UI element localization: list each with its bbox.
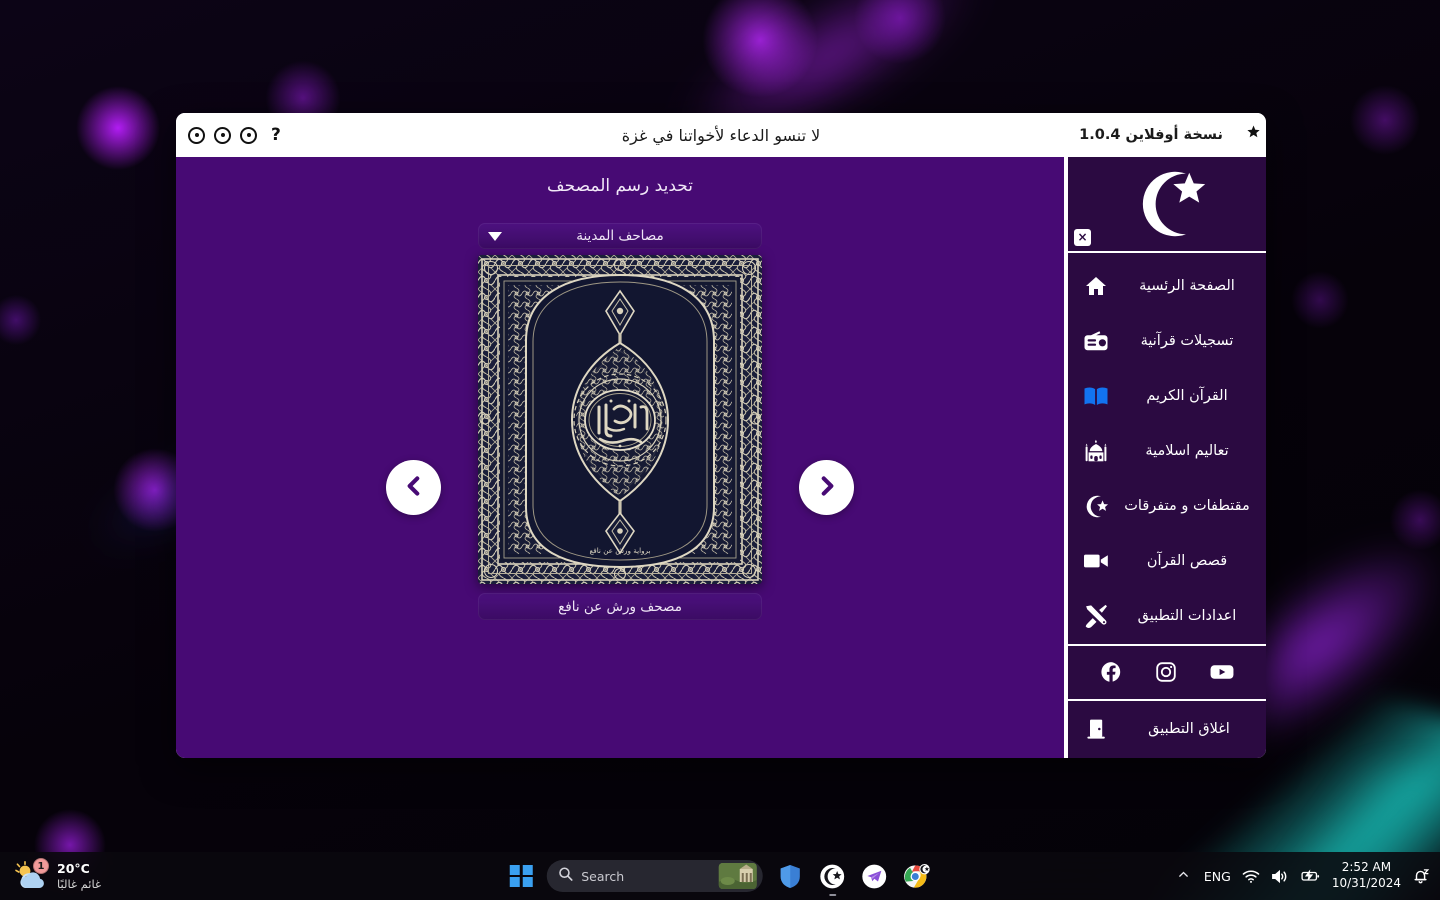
taskbar-weather-widget[interactable]: 1 20°C غائم غالبًا xyxy=(0,858,101,891)
search-placeholder-text: Search xyxy=(581,868,625,884)
mushaf-collection-dropdown[interactable]: مصاحف المدينة xyxy=(478,223,762,249)
window-maximize-button[interactable] xyxy=(240,126,257,144)
quran-app-window: ? لا تنسو الدعاء لأخواتنا في غزة نسخة أو… xyxy=(176,113,1266,758)
mushaf-name-label[interactable]: مصحف ورش عن نافع xyxy=(478,593,762,620)
weather-temperature: 20°C xyxy=(57,861,90,876)
facebook-icon[interactable] xyxy=(1100,661,1122,683)
start-button[interactable] xyxy=(509,864,533,888)
sidebar-header: × xyxy=(1068,157,1266,253)
desktop: ? لا تنسو الدعاء لأخواتنا في غزة نسخة أو… xyxy=(0,0,1440,900)
window-minimize-button[interactable] xyxy=(214,126,231,144)
sidebar-item-label: قصص القرآن xyxy=(1146,553,1228,570)
crescent-star-icon xyxy=(1080,491,1112,521)
radio-icon xyxy=(1080,326,1112,356)
search-highlight-thumbnail xyxy=(718,863,757,889)
windows-taskbar: 1 20°C غائم غالبًا Search ENG 2:52 AM 10… xyxy=(0,852,1440,900)
page-title: تحديد رسم المصحف xyxy=(547,176,693,196)
app-logo-small xyxy=(1232,121,1260,149)
taskbar-running-indicator xyxy=(828,893,836,896)
show-hidden-icons-chevron-up-icon[interactable] xyxy=(1174,868,1193,884)
taskbar-quran-app-icon[interactable] xyxy=(818,862,846,896)
help-button[interactable]: ? xyxy=(271,126,281,144)
book-icon xyxy=(1080,381,1112,411)
mushaf-cover-holder: برواية ورش عن نافع xyxy=(478,255,762,584)
sidebar-item-islamic-teachings[interactable]: تعاليم اسلامية xyxy=(1068,424,1266,479)
svg-text:برواية ورش عن نافع: برواية ورش عن نافع xyxy=(589,546,650,555)
weather-notification-badge: 1 xyxy=(33,858,49,874)
sidebar: × الصفحة الرئسية تسجيلات قرآنية القرآن ا… xyxy=(1066,157,1266,758)
start-tile xyxy=(522,864,533,875)
sidebar-item-label: القرآن الكريم xyxy=(1146,388,1228,405)
sidebar-nav-list: الصفحة الرئسية تسجيلات قرآنية القرآن الك… xyxy=(1068,253,1266,644)
taskbar-search-box[interactable]: Search xyxy=(546,860,763,892)
instagram-icon[interactable] xyxy=(1155,661,1177,683)
taskbar-clock[interactable]: 2:52 AM 10/31/2024 xyxy=(1332,860,1401,891)
weather-condition: غائم غالبًا xyxy=(57,876,102,891)
sidebar-item-label: تعاليم اسلامية xyxy=(1145,443,1229,460)
sidebar-item-label: مقتطفات و متفرقات xyxy=(1124,498,1250,515)
youtube-icon[interactable] xyxy=(1210,663,1234,681)
exit-door-icon xyxy=(1080,714,1112,744)
sidebar-item-label: الصفحة الرئسية xyxy=(1139,278,1235,295)
taskbar-chrome-icon[interactable] xyxy=(902,862,930,890)
mushaf-cover-image[interactable]: برواية ورش عن نافع xyxy=(478,255,762,584)
window-controls xyxy=(188,126,257,144)
taskbar-windows-security-icon[interactable] xyxy=(776,862,804,890)
mosque-icon xyxy=(1080,436,1112,466)
sidebar-item-app-settings[interactable]: اعدادات التطبيق xyxy=(1068,589,1266,644)
dropdown-selected-value: مصاحف المدينة xyxy=(576,228,664,244)
chevron-left-icon xyxy=(401,473,427,503)
version-label: نسخة أوفلاين 1.0.4 xyxy=(1079,127,1223,143)
exit-app-button[interactable]: اغلاق التطبيق xyxy=(1068,698,1266,758)
sidebar-item-quran-recordings[interactable]: تسجيلات قرآنية xyxy=(1068,314,1266,369)
previous-mushaf-button[interactable] xyxy=(386,460,441,515)
video-camera-icon xyxy=(1080,546,1112,576)
titlebar-right-group: نسخة أوفلاين 1.0.4 xyxy=(1079,121,1260,149)
taskbar-telegram-icon[interactable] xyxy=(860,862,888,890)
battery-charging-icon[interactable] xyxy=(1300,869,1321,883)
start-tile xyxy=(509,864,520,875)
exit-app-label: اغلاق التطبيق xyxy=(1148,721,1230,738)
volume-icon[interactable] xyxy=(1271,869,1289,884)
tools-icon xyxy=(1080,601,1112,631)
next-mushaf-button[interactable] xyxy=(799,460,854,515)
home-icon xyxy=(1080,271,1112,301)
search-icon xyxy=(557,866,573,886)
sidebar-item-home[interactable]: الصفحة الرئسية xyxy=(1068,259,1266,314)
sidebar-item-holy-quran[interactable]: القرآن الكريم xyxy=(1068,369,1266,424)
sidebar-item-excerpts[interactable]: مقتطفات و متفرقات xyxy=(1068,479,1266,534)
sidebar-item-label: اعدادات التطبيق xyxy=(1137,608,1237,625)
taskbar-center-group: Search xyxy=(509,860,931,896)
language-indicator[interactable]: ENG xyxy=(1204,869,1231,884)
clock-date: 10/31/2024 xyxy=(1331,876,1401,890)
chevron-right-icon xyxy=(814,473,840,503)
sidebar-close-button[interactable]: × xyxy=(1074,228,1091,246)
start-tile xyxy=(522,877,533,888)
sidebar-item-label: تسجيلات قرآنية xyxy=(1140,333,1234,350)
weather-text-group: 20°C غائم غالبًا xyxy=(57,861,101,891)
main-content: تحديد رسم المصحف مصاحف المدينة برواية ور… xyxy=(176,157,1066,758)
window-close-button[interactable] xyxy=(188,126,205,144)
chevron-down-icon xyxy=(488,231,502,241)
clock-time: 2:52 AM xyxy=(1341,860,1392,875)
crescent-star-logo-icon xyxy=(1119,168,1215,240)
app-body: × الصفحة الرئسية تسجيلات قرآنية القرآن ا… xyxy=(176,157,1266,758)
wifi-icon[interactable] xyxy=(1242,869,1260,884)
start-tile xyxy=(509,877,520,888)
taskbar-system-tray: ENG 2:52 AM 10/31/2024 xyxy=(1174,860,1440,891)
notifications-bell-icon[interactable] xyxy=(1412,867,1430,885)
mushaf-selector: مصاحف المدينة برواية ورش عن نافع مصحف ور… xyxy=(478,223,762,620)
window-titlebar: ? لا تنسو الدعاء لأخواتنا في غزة نسخة أو… xyxy=(176,113,1266,157)
weather-cloud-sun-icon: 1 xyxy=(14,858,49,891)
sidebar-item-quran-stories[interactable]: قصص القرآن xyxy=(1068,534,1266,589)
sidebar-social-row xyxy=(1068,643,1266,699)
